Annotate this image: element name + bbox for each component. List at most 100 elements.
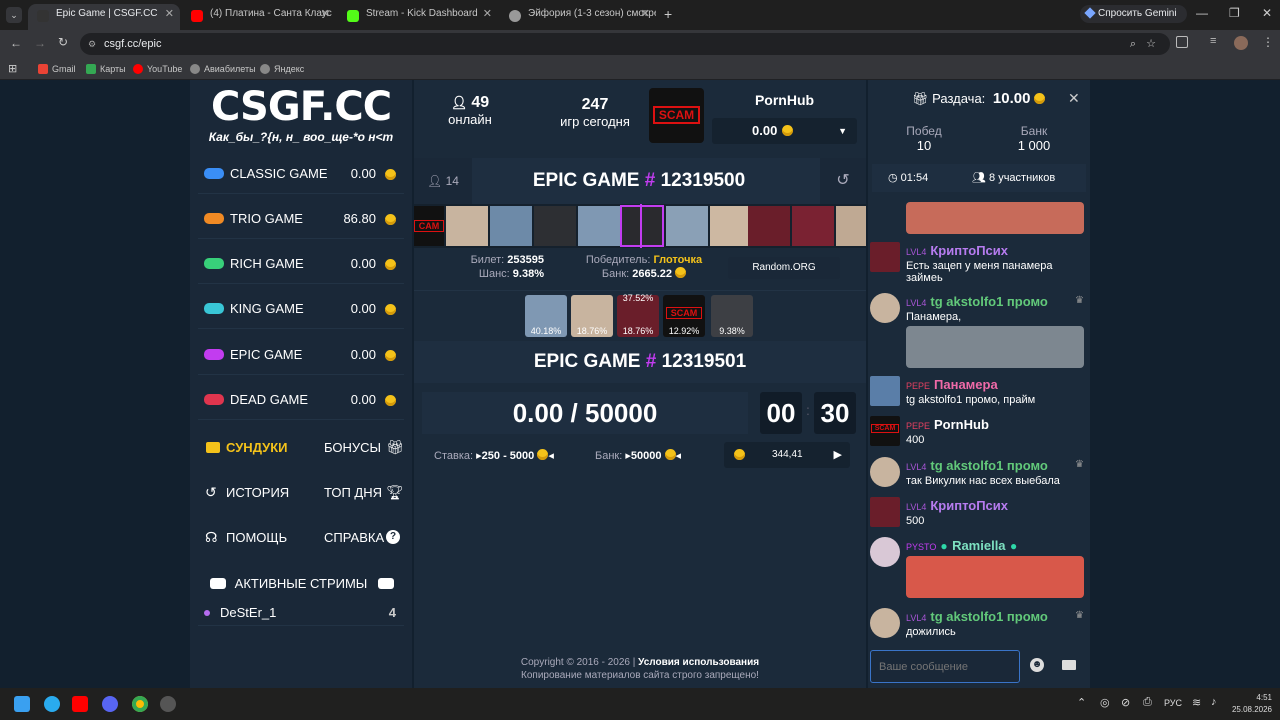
apps-icon[interactable]: ⊞: [8, 62, 17, 75]
globe-icon: [190, 64, 200, 74]
mode-classic-game[interactable]: CLASSIC GAME 0.00: [198, 154, 404, 194]
roulette-strip: CAM: [414, 204, 866, 248]
globe-icon: [260, 64, 270, 74]
stream-item[interactable]: DeStEr_1 4: [198, 602, 404, 626]
tab-epic-game[interactable]: Epic Game | CSGF.CC ✕: [28, 4, 180, 30]
reading-list-icon[interactable]: ≡: [1210, 35, 1216, 47]
network-icon[interactable]: ◎: [1100, 696, 1110, 709]
mode-dead-game[interactable]: DEAD GAME 0.00: [198, 380, 404, 420]
youtube-icon[interactable]: [72, 696, 88, 712]
gemini-button[interactable]: Спросить Gemini: [1080, 5, 1187, 23]
tab-youtube[interactable]: (4) Платина - Санта Клаус ✕: [182, 4, 336, 30]
terms-link[interactable]: Условия использования: [638, 657, 759, 668]
mode-epic-game[interactable]: EPIC GAME 0.00: [198, 335, 404, 375]
avatar[interactable]: [870, 608, 900, 638]
mic-icon[interactable]: ⎙: [1143, 696, 1152, 709]
chrome-icon[interactable]: [132, 696, 148, 712]
discord-icon[interactable]: [102, 696, 118, 712]
close-icon[interactable]: ✕: [165, 4, 174, 24]
mode-trio-game[interactable]: TRIO GAME 86.80: [198, 199, 404, 239]
avatar[interactable]: [870, 242, 900, 272]
wins-stat: Побед 10: [906, 124, 942, 153]
chance-avatar: 40.18%: [525, 295, 567, 337]
close-window-button[interactable]: ✕: [1262, 6, 1272, 20]
close-icon[interactable]: ✕: [641, 4, 650, 24]
user-avatar[interactable]: SCAM: [649, 88, 704, 143]
volume-icon[interactable]: ♪: [1211, 696, 1217, 708]
back-icon[interactable]: ←: [10, 36, 22, 50]
info-link[interactable]: СПРАВКА: [324, 530, 384, 545]
avatar[interactable]: [870, 376, 900, 406]
kick-icon: [347, 10, 359, 22]
menu-icon[interactable]: ⋮: [1262, 35, 1274, 49]
history-link[interactable]: ИСТОРИЯ: [226, 485, 289, 500]
url-input[interactable]: ⚙ csgf.cc/epic ⌕ ☆: [80, 33, 1170, 55]
mute-icon[interactable]: ⊘: [1121, 696, 1130, 709]
tab-euphoria[interactable]: Эйфория (1-3 сезон) смотреть ✕: [500, 4, 656, 30]
bookmarks-bar: ⊞ Gmail Карты YouTube Авиабилеты Яндекс: [0, 58, 1280, 80]
chat-message: PEPE Панамера tg akstolfo1 промо, прайм: [868, 376, 1090, 406]
next-game-header: EPIC GAME # 12319501: [414, 341, 866, 383]
avatar[interactable]: [870, 457, 900, 487]
balance-dropdown[interactable]: 0.00 ▼: [712, 118, 857, 144]
chat-message: LVL4 КриптоПсих Есть зацеп у меня панамер…: [868, 242, 1090, 284]
site-info-icon[interactable]: ⚙: [88, 33, 96, 55]
forward-icon[interactable]: →: [34, 36, 46, 50]
settings-icon[interactable]: [160, 696, 176, 712]
windows-start-icon[interactable]: [14, 696, 30, 712]
gamepad-icon: [204, 258, 224, 269]
history-button[interactable]: ↺: [820, 158, 866, 204]
minimize-button[interactable]: —: [1196, 6, 1208, 20]
star-icon[interactable]: ☆: [1146, 33, 1156, 55]
chat-input[interactable]: [870, 650, 1020, 683]
chests-link[interactable]: СУНДУКИ: [226, 440, 287, 455]
maximize-button[interactable]: ❐: [1229, 6, 1240, 20]
coin-icon: [385, 259, 396, 270]
bet-input-box[interactable]: 344,41 ▶: [724, 442, 850, 468]
send-button[interactable]: [1062, 660, 1076, 670]
giveaway-header: 🎁︎ Раздача: 10.00: [912, 90, 1046, 107]
clock[interactable]: 4:51 25.08.2026: [1228, 692, 1272, 716]
crown-icon: ♛: [1075, 610, 1084, 621]
mode-rich-game[interactable]: RICH GAME 0.00: [198, 244, 404, 284]
bookmark-flights[interactable]: Авиабилеты: [190, 62, 256, 76]
avatar[interactable]: [870, 497, 900, 527]
maps-icon: [86, 64, 96, 74]
giveaway-timer: ◷ 01:54 👥︎ 8 участников: [872, 164, 1086, 192]
telegram-icon[interactable]: [44, 696, 60, 712]
close-icon[interactable]: ✕: [321, 4, 330, 24]
random-org-button[interactable]: Random.ORG: [728, 257, 840, 279]
new-tab-button[interactable]: +: [664, 6, 672, 22]
emoji-button[interactable]: ☻: [1030, 658, 1044, 672]
avatar[interactable]: [870, 293, 900, 323]
user-icon: 👤︎: [427, 174, 443, 188]
bookmark-gmail[interactable]: Gmail: [38, 62, 76, 76]
bookmark-youtube[interactable]: YouTube: [133, 62, 182, 76]
extensions-icon[interactable]: [1176, 36, 1188, 48]
tab-kick[interactable]: Stream - Kick Dashboard ✕: [338, 4, 498, 30]
site-logo[interactable]: CSGF.CC Как_бы_?{н, н_ воо_ще-*о н<т: [190, 80, 412, 144]
avatar[interactable]: [870, 537, 900, 567]
reload-icon[interactable]: ↻: [58, 35, 68, 49]
language-indicator[interactable]: РУС: [1164, 698, 1182, 708]
bonuses-link[interactable]: БОНУСЫ: [324, 440, 381, 455]
close-icon[interactable]: ✕: [1068, 90, 1080, 107]
avatar-hand: [710, 206, 752, 246]
top-link[interactable]: ТОП ДНЯ: [324, 485, 382, 500]
left-sidebar: CSGF.CC Как_бы_?{н, н_ воо_ще-*о н<т CLA…: [190, 80, 412, 688]
tab-list-button[interactable]: ⌄: [6, 7, 22, 23]
zoom-icon[interactable]: ⌕: [1130, 33, 1136, 55]
close-icon[interactable]: ✕: [483, 4, 492, 24]
avatar-hand: [836, 206, 866, 246]
bookmark-maps[interactable]: Карты: [86, 62, 126, 76]
bookmark-yandex[interactable]: Яндекс: [260, 62, 304, 76]
pot-display: 0.00 / 50000: [422, 392, 748, 434]
tray-chevron-icon[interactable]: ⌃: [1077, 696, 1086, 709]
crown-icon: ♛: [1075, 295, 1084, 306]
play-button[interactable]: ▶: [834, 442, 842, 468]
avatar[interactable]: SCAM: [870, 416, 900, 446]
mode-king-game[interactable]: KING GAME 0.00: [198, 289, 404, 329]
help-link[interactable]: ПОМОЩЬ: [226, 530, 287, 545]
profile-avatar[interactable]: [1234, 36, 1248, 50]
wifi-icon[interactable]: ≋: [1192, 696, 1201, 709]
